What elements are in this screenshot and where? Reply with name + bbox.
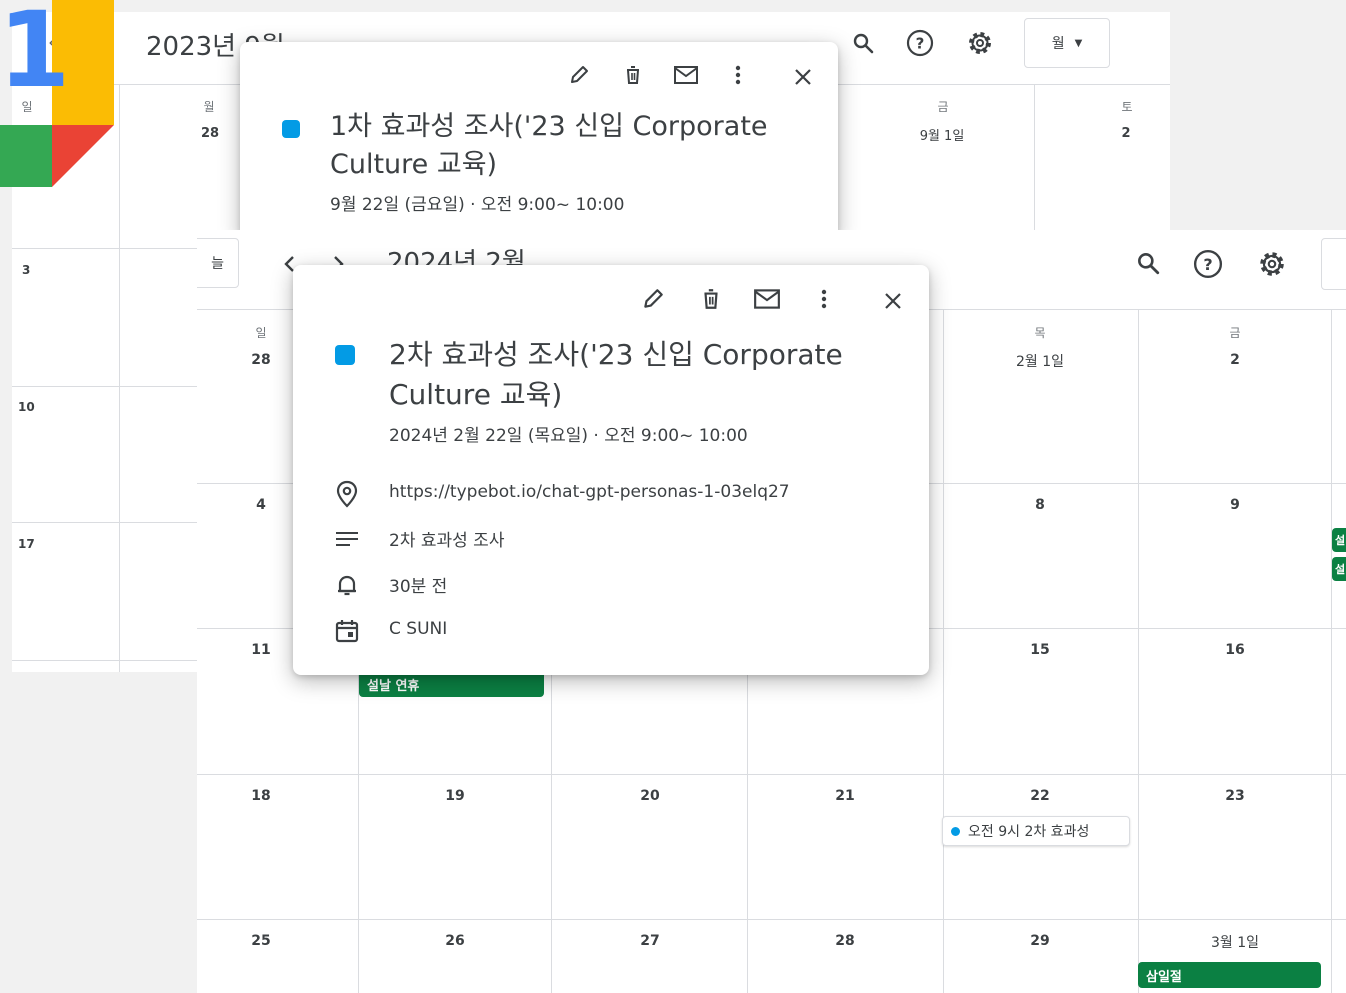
back-week-17[interactable]: 17 [18,537,35,551]
svg-text:?: ? [1203,255,1212,274]
front-day-4[interactable]: 4 [245,497,277,513]
front-day-25[interactable]: 25 [245,933,277,949]
front-day-18[interactable]: 18 [245,788,277,804]
front-edit-icon[interactable] [639,285,667,313]
back-dow-mon: 월 [203,100,215,114]
back-settings-icon[interactable] [964,27,996,59]
front-dow-thu: 목 [1034,326,1046,340]
edge-event-badge-2[interactable]: 설 [1332,557,1346,581]
back-view-label: 월 [1051,36,1065,52]
front-day-11[interactable]: 11 [245,642,277,658]
front-delete-icon[interactable] [697,285,725,313]
front-day-feb1[interactable]: 2월 1일 [995,351,1085,371]
back-view-selector[interactable]: 월 ▼ [1024,18,1110,68]
front-day-28-jan[interactable]: 28 [245,352,277,368]
back-dropdown-icon: ▼ [1074,37,1083,49]
back-delete-icon[interactable] [620,62,646,88]
front-view-selector[interactable] [1321,238,1346,290]
front-day-28[interactable]: 28 [829,933,861,949]
event-description: 2차 효과성 조사 [389,531,505,551]
front-day-19[interactable]: 19 [439,788,471,804]
back-day-sep1[interactable]: 9월 1일 [902,125,982,144]
event-chip-label: 오전 9시 2차 효과성 [968,824,1090,840]
back-day-28[interactable]: 28 [196,126,224,141]
front-day-9[interactable]: 9 [1219,497,1251,513]
holiday-samiljeol-event[interactable]: 삼일절 [1138,962,1321,988]
front-grid-row3 [197,774,1346,775]
event-reminder: 30분 전 [389,577,448,597]
front-day-26[interactable]: 26 [439,933,471,949]
back-email-icon[interactable] [672,62,700,88]
event-calendar-name: C SUNI [389,619,448,639]
front-search-icon[interactable] [1133,248,1163,278]
bell-icon [333,571,361,599]
google-calendar-logo: 1 [0,0,116,188]
svg-text:?: ? [916,35,925,53]
front-more-icon[interactable] [813,285,835,313]
back-event-time: 9월 22일 (금요일) · 오전 9:00~ 10:00 [330,195,625,215]
front-help-icon[interactable]: ? [1191,247,1225,281]
front-day-22[interactable]: 22 [1024,788,1056,804]
back-event-popup: 1차 효과성 조사('23 신입 Corporate Culture 교육) 9… [240,42,838,238]
front-event-color [335,345,355,365]
front-settings-icon[interactable] [1255,247,1289,281]
front-grid-col5 [1138,309,1139,993]
front-day-16[interactable]: 16 [1219,642,1251,658]
front-event-time: 2024년 2월 22일 (목요일) · 오전 9:00~ 10:00 [389,426,748,446]
front-grid-col6 [1331,309,1332,993]
front-day-mar1[interactable]: 3월 1일 [1191,932,1279,952]
back-close-icon[interactable] [790,64,816,90]
description-icon [333,527,361,551]
location-icon [333,479,361,509]
front-event-title: 2차 효과성 조사('23 신입 Corporate Culture 교육) [389,338,843,411]
front-day-23[interactable]: 23 [1219,788,1251,804]
logo-digit: 1 [0,0,71,111]
back-dow-fri: 금 [937,100,949,114]
front-grid-row4 [197,919,1346,920]
front-day-29[interactable]: 29 [1024,933,1056,949]
back-help-icon[interactable]: ? [904,27,936,59]
calendar-icon [333,617,361,645]
front-day-27[interactable]: 27 [634,933,666,949]
edge-event-badge-1[interactable]: 설 [1332,528,1346,552]
front-dow-sun: 일 [255,326,267,340]
front-email-icon[interactable] [751,285,783,313]
event-chip-feb22[interactable]: 오전 9시 2차 효과성 [942,816,1130,846]
front-day-2[interactable]: 2 [1219,352,1251,368]
back-event-color [282,120,300,138]
front-dow-fri: 금 [1229,326,1241,340]
front-grid-col4 [943,309,944,993]
back-more-icon[interactable] [728,62,748,88]
back-edit-icon[interactable] [566,62,592,88]
event-chip-dot [951,826,960,836]
back-event-title: 1차 효과성 조사('23 신입 Corporate Culture 교육) [330,111,768,180]
front-day-8[interactable]: 8 [1024,497,1056,513]
back-search-icon[interactable] [848,28,878,58]
front-day-21[interactable]: 21 [829,788,861,804]
back-week-10[interactable]: 10 [18,400,35,414]
front-close-icon[interactable] [879,287,907,315]
front-day-15[interactable]: 15 [1024,642,1056,658]
event-location[interactable]: https://typebot.io/chat-gpt-personas-1-0… [389,482,790,502]
front-day-20[interactable]: 20 [634,788,666,804]
back-week-3[interactable]: 3 [22,263,30,277]
front-event-popup: 2차 효과성 조사('23 신입 Corporate Culture 교육) 2… [293,265,929,675]
back-dow-sat: 토 [1121,100,1133,114]
back-grid-col1 [119,84,120,672]
today-label: 늘 [211,256,224,272]
back-day-2[interactable]: 2 [1112,126,1140,141]
today-button[interactable]: 늘 [197,238,239,288]
